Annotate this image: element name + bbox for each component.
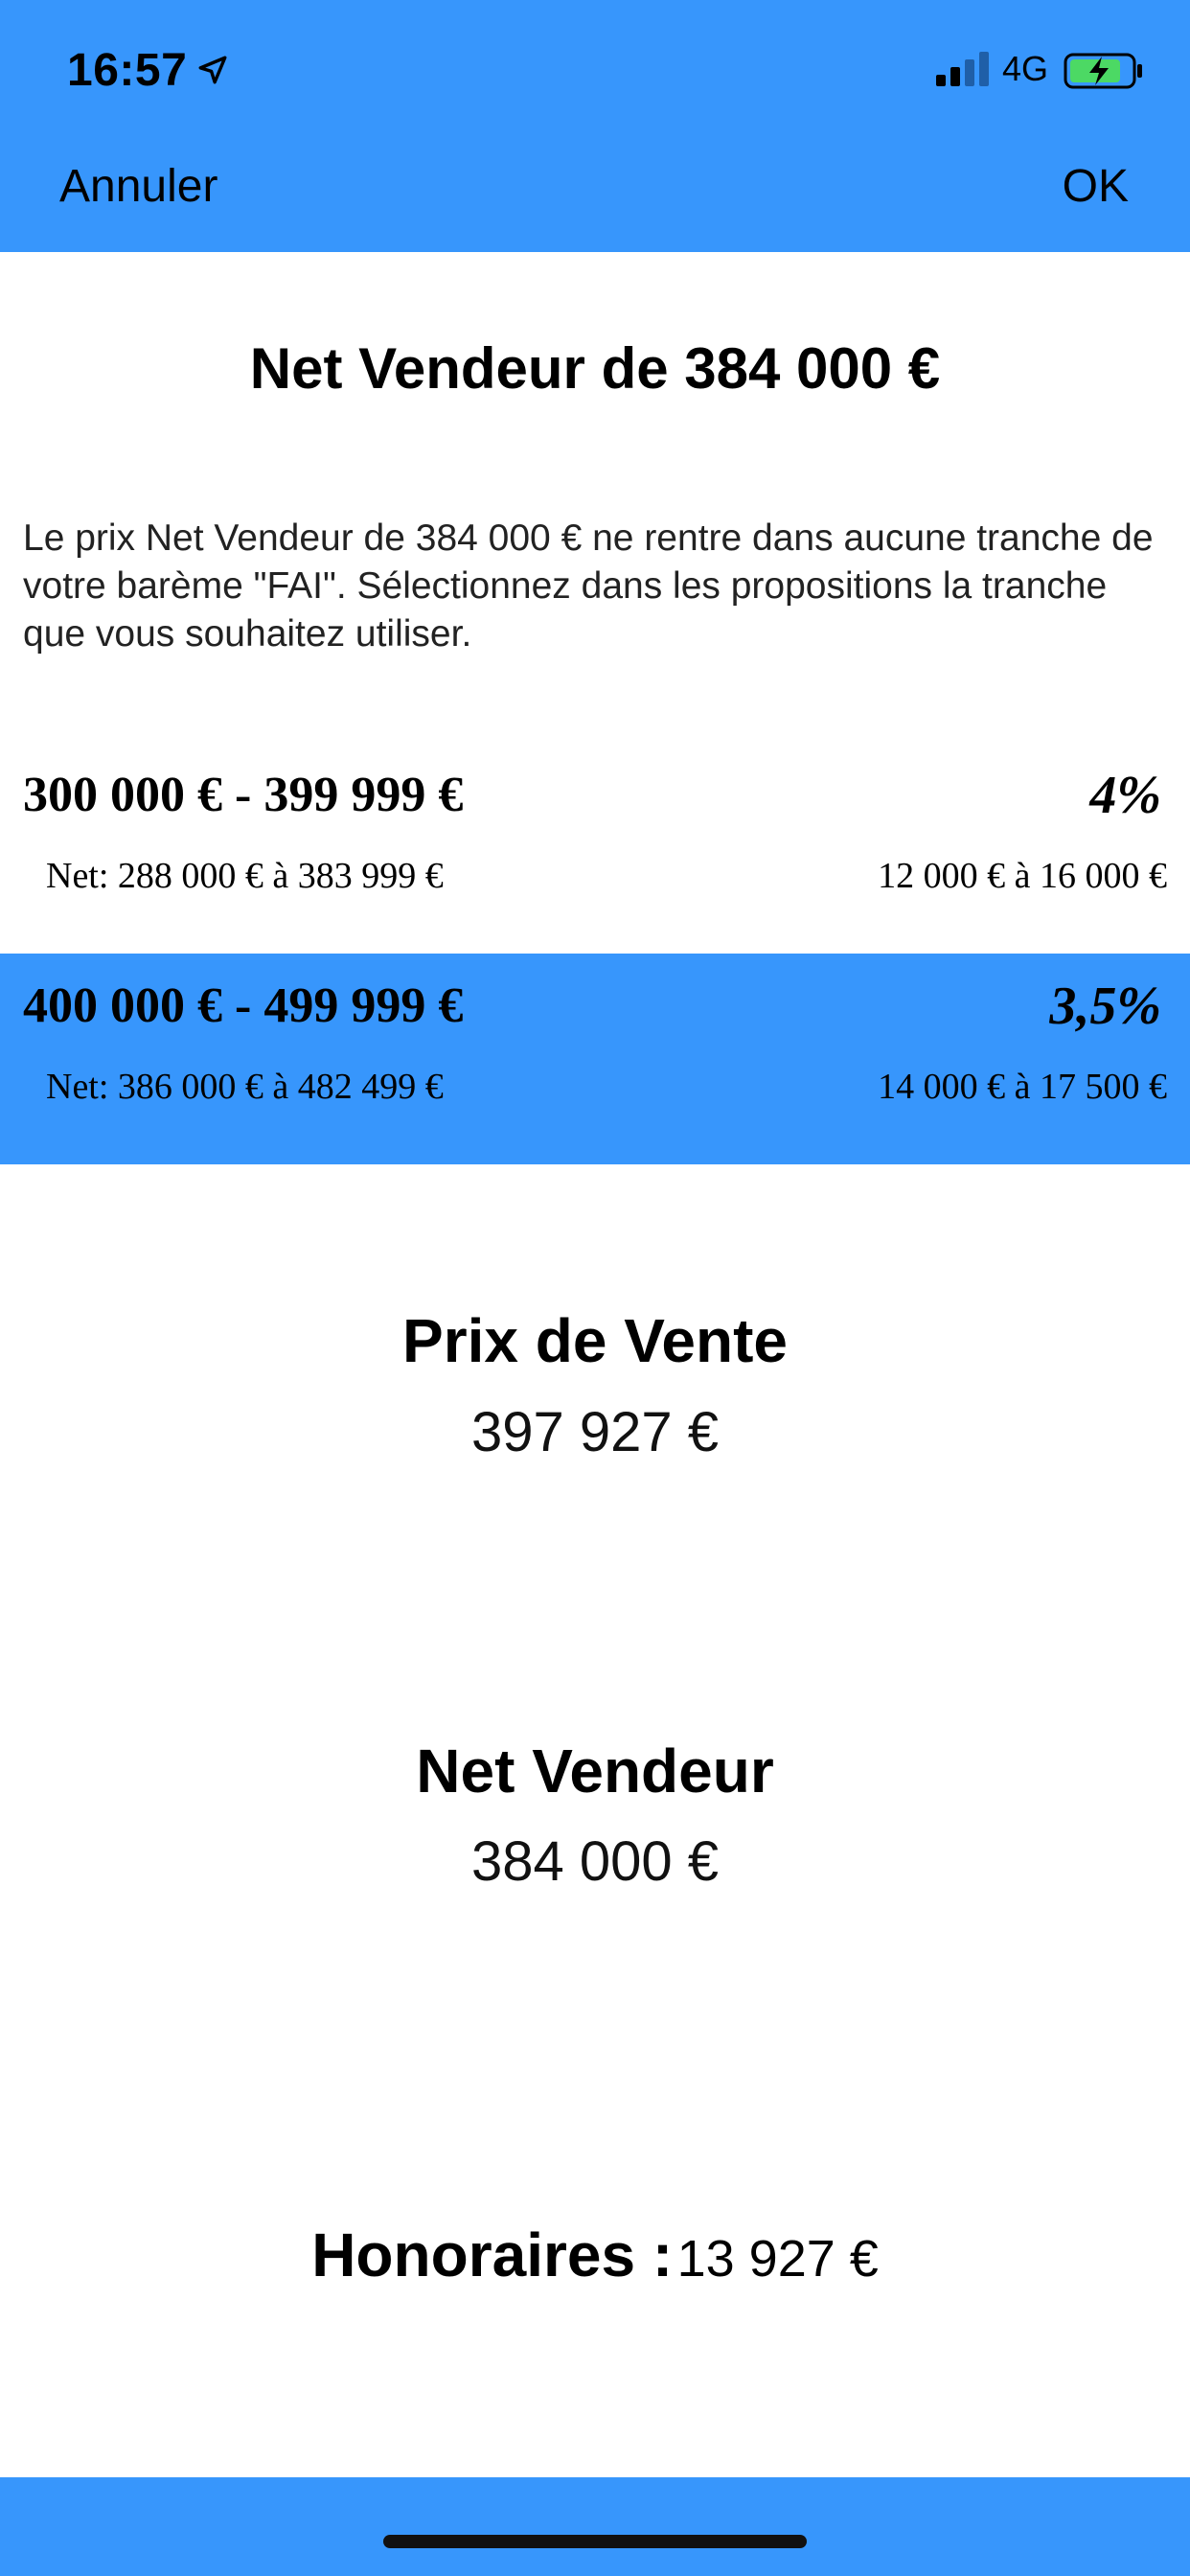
cancel-button[interactable]: Annuler	[59, 158, 217, 216]
fees-value: 13 927 €	[676, 2230, 879, 2288]
signal-bars-icon	[936, 52, 989, 86]
footer-bar	[0, 2477, 1190, 2576]
sale-price-value: 397 927 €	[470, 1401, 720, 1463]
location-arrow-icon	[198, 56, 227, 84]
net-seller-value: 384 000 €	[470, 1830, 720, 1893]
tranche-option-1[interactable]: 300 000 € - 399 999 € 4% Net: 288 000 € …	[0, 743, 1190, 954]
tranche-range: 400 000 € - 499 999 €	[23, 978, 464, 1033]
description-text: Le prix Net Vendeur de 384 000 € ne rent…	[23, 518, 1154, 655]
battery-charging-icon	[1064, 53, 1142, 89]
fees-summary: Honoraires : 13 927 €	[0, 2217, 1190, 2311]
tranche-net-range: Net: 288 000 € à 383 999 €	[46, 856, 444, 896]
network-type: 4G	[1002, 49, 1049, 88]
tranche-rate: 4%	[1089, 766, 1161, 825]
tranche-fees-range: 12 000 € à 16 000 €	[878, 856, 1167, 896]
fees-label: Honoraires :	[311, 2220, 674, 2289]
ok-button[interactable]: OK	[1063, 158, 1129, 216]
home-indicator[interactable]	[383, 2535, 807, 2548]
tranche-net-range: Net: 386 000 € à 482 499 €	[46, 1067, 444, 1107]
tranche-rate: 3,5%	[1049, 977, 1161, 1036]
net-seller-label: Net Vendeur	[416, 1736, 774, 1806]
tranche-option-2-selected[interactable]: 400 000 € - 499 999 € 3,5% Net: 386 000 …	[0, 954, 1190, 1164]
tranche-fees-range: 14 000 € à 17 500 €	[878, 1067, 1167, 1107]
page-title: Net Vendeur de 384 000 €	[249, 336, 941, 401]
status-time: 16:57	[67, 45, 188, 96]
header-bar: 16:57 4G Annuler OK	[0, 0, 1190, 252]
tranche-range: 300 000 € - 399 999 €	[23, 768, 464, 822]
sale-price-label: Prix de Vente	[402, 1306, 788, 1375]
